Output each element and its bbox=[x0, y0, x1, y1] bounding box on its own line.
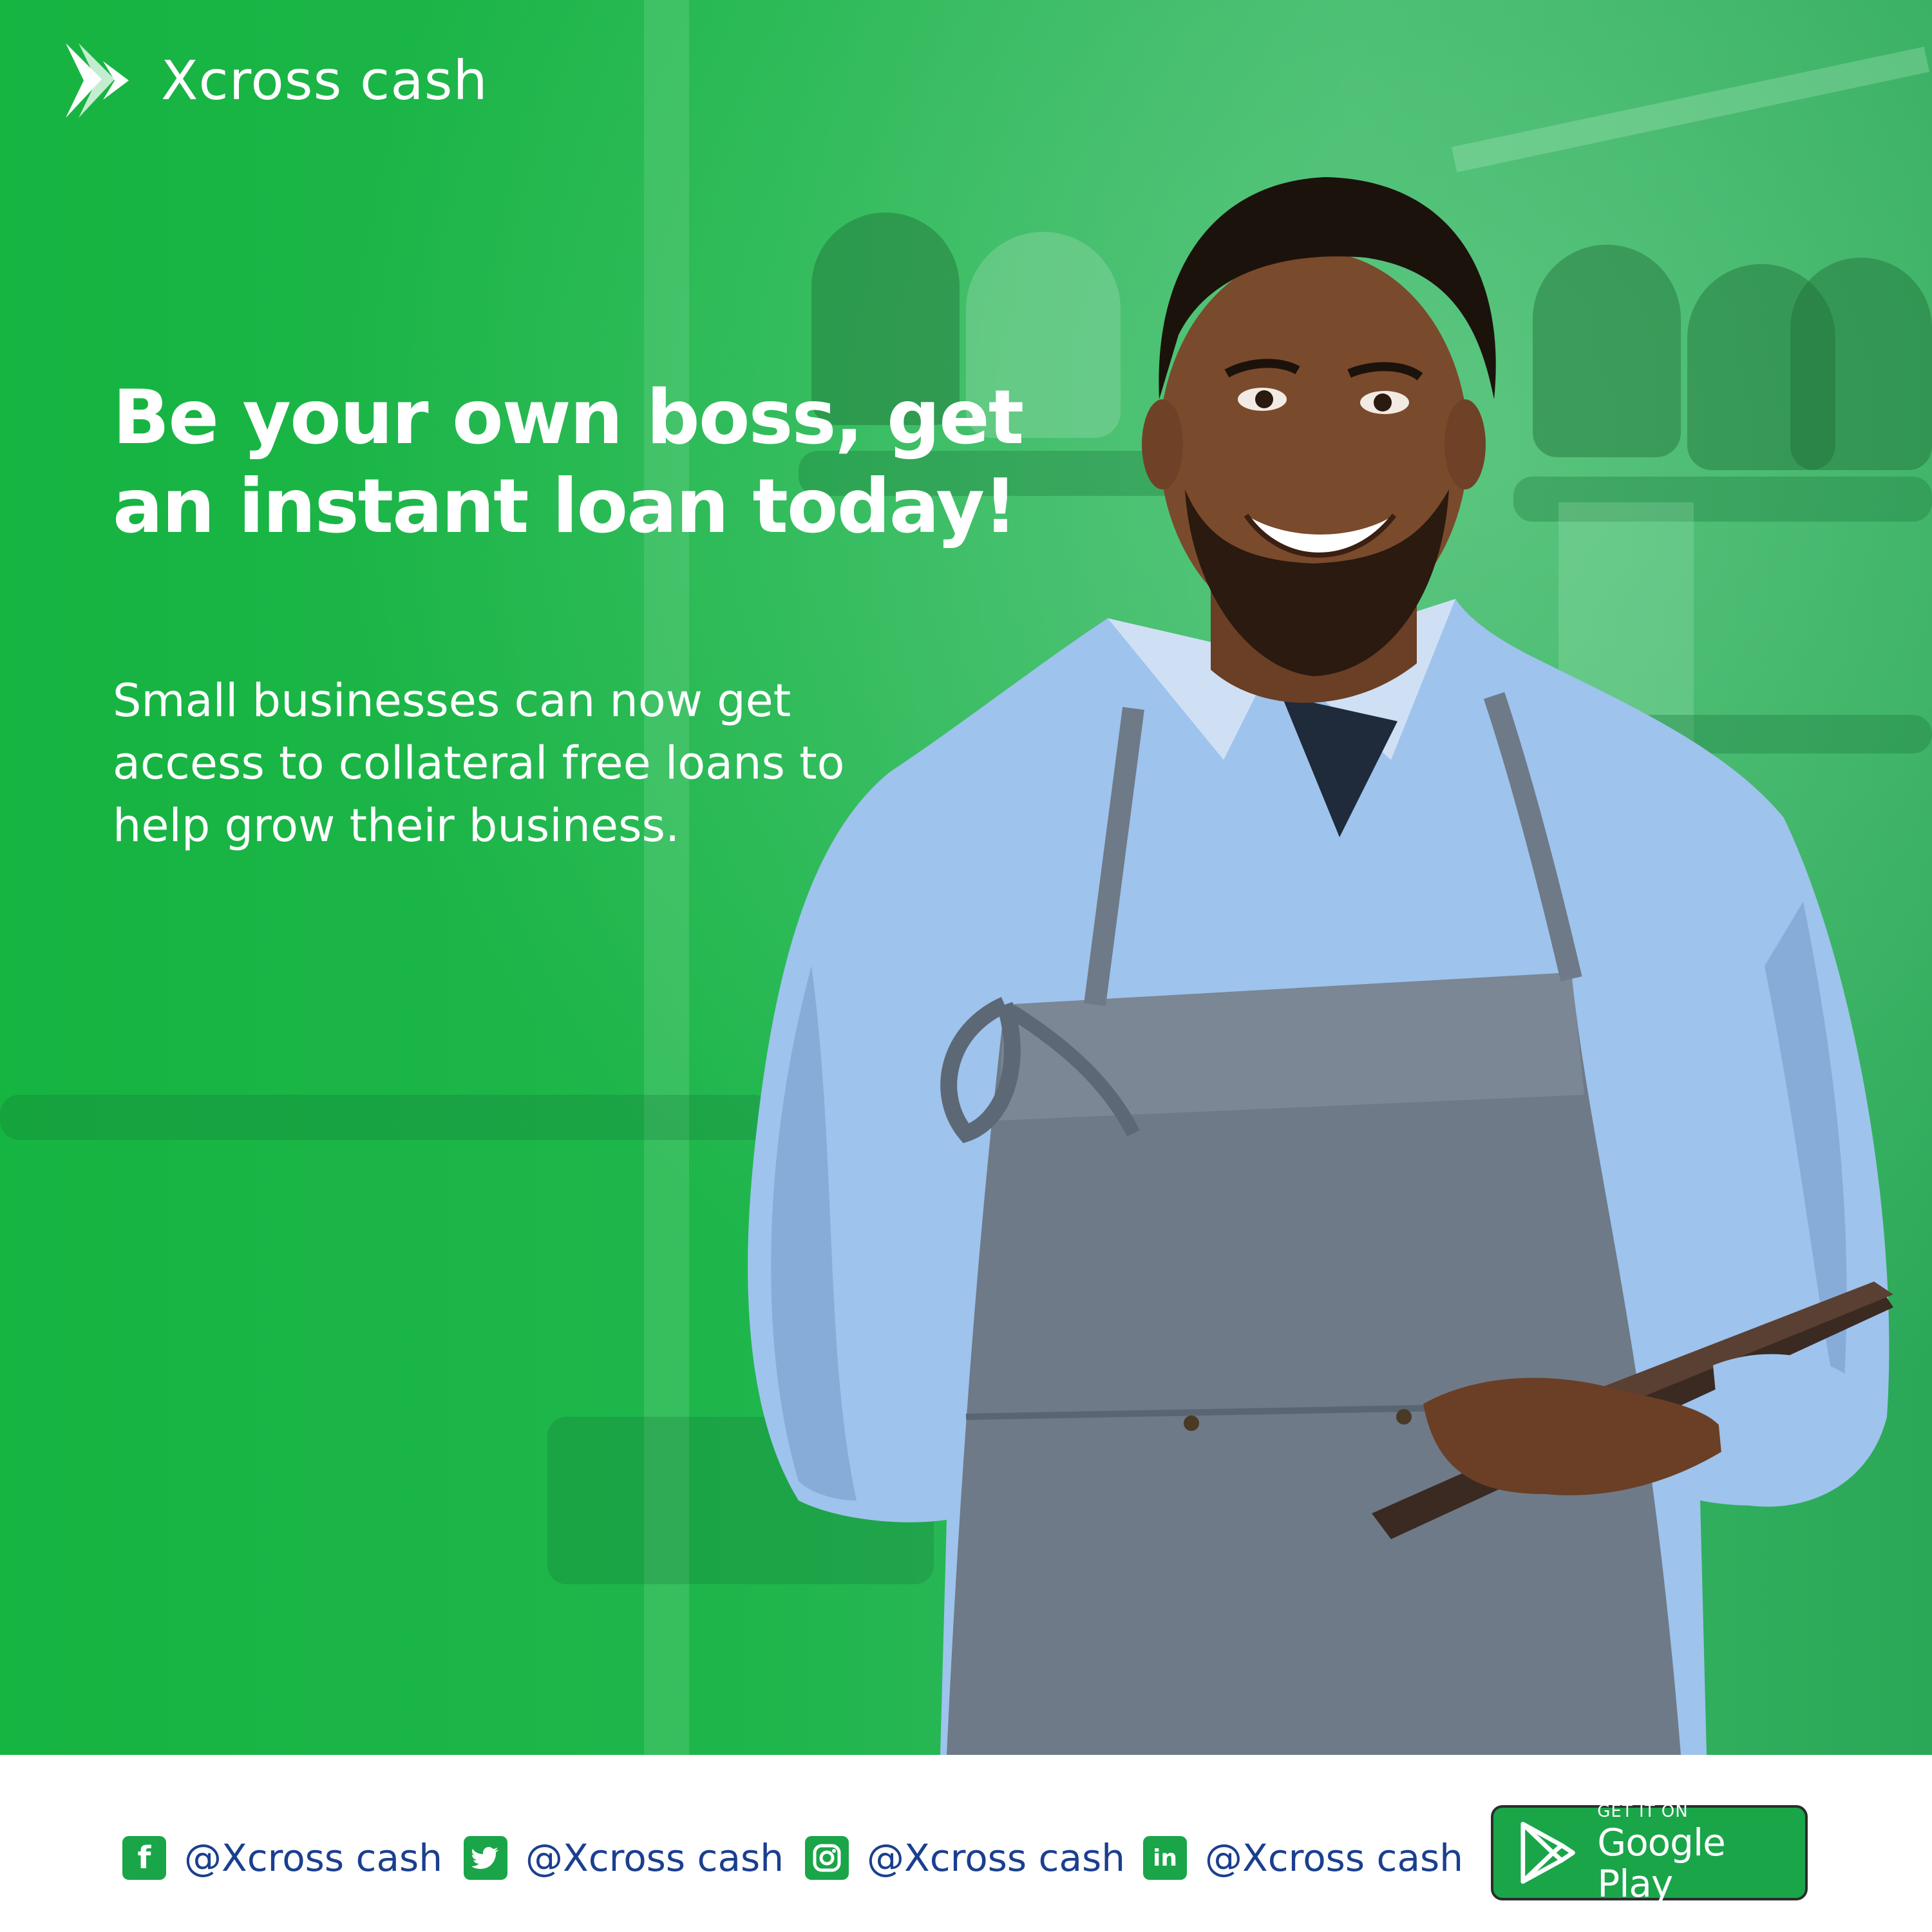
linkedin-link[interactable]: in @Xcross cash bbox=[1143, 1829, 1463, 1887]
brand-name: Xcross cash bbox=[161, 49, 488, 112]
twitter-handle: @Xcross cash bbox=[526, 1836, 784, 1880]
body-copy: Small businesses can now get access to c… bbox=[113, 674, 845, 852]
brand-logo[interactable]: Xcross cash bbox=[64, 39, 488, 122]
ad-poster: Xcross cash Be your own boss, get an ins… bbox=[0, 0, 1932, 1932]
xcross-logo-icon bbox=[66, 43, 129, 118]
instagram-handle: @Xcross cash bbox=[867, 1836, 1125, 1880]
google-play-label: Google Play bbox=[1597, 1821, 1726, 1906]
twitter-link[interactable]: @Xcross cash bbox=[464, 1829, 784, 1887]
linkedin-handle: @Xcross cash bbox=[1205, 1836, 1463, 1880]
hero-section: Xcross cash Be your own boss, get an ins… bbox=[0, 0, 1932, 1755]
instagram-icon bbox=[805, 1836, 849, 1880]
headline: Be your own boss, get an instant loan to… bbox=[113, 374, 1024, 550]
facebook-link[interactable]: f @Xcross cash bbox=[122, 1829, 442, 1887]
shop-owner-photo bbox=[748, 177, 1893, 1755]
google-play-text: GET IT ON Google Play bbox=[1597, 1801, 1805, 1904]
facebook-icon: f bbox=[122, 1836, 166, 1880]
google-play-badge[interactable]: GET IT ON Google Play bbox=[1491, 1802, 1808, 1904]
instagram-link[interactable]: @Xcross cash bbox=[805, 1829, 1125, 1887]
facebook-handle: @Xcross cash bbox=[184, 1836, 442, 1880]
linkedin-icon: in bbox=[1143, 1836, 1187, 1880]
twitter-icon bbox=[464, 1836, 507, 1880]
get-it-on-label: GET IT ON bbox=[1597, 1802, 1689, 1821]
google-play-icon bbox=[1520, 1822, 1575, 1884]
footer: f @Xcross cash @Xcross cash @Xcross cash bbox=[0, 1755, 1932, 1932]
